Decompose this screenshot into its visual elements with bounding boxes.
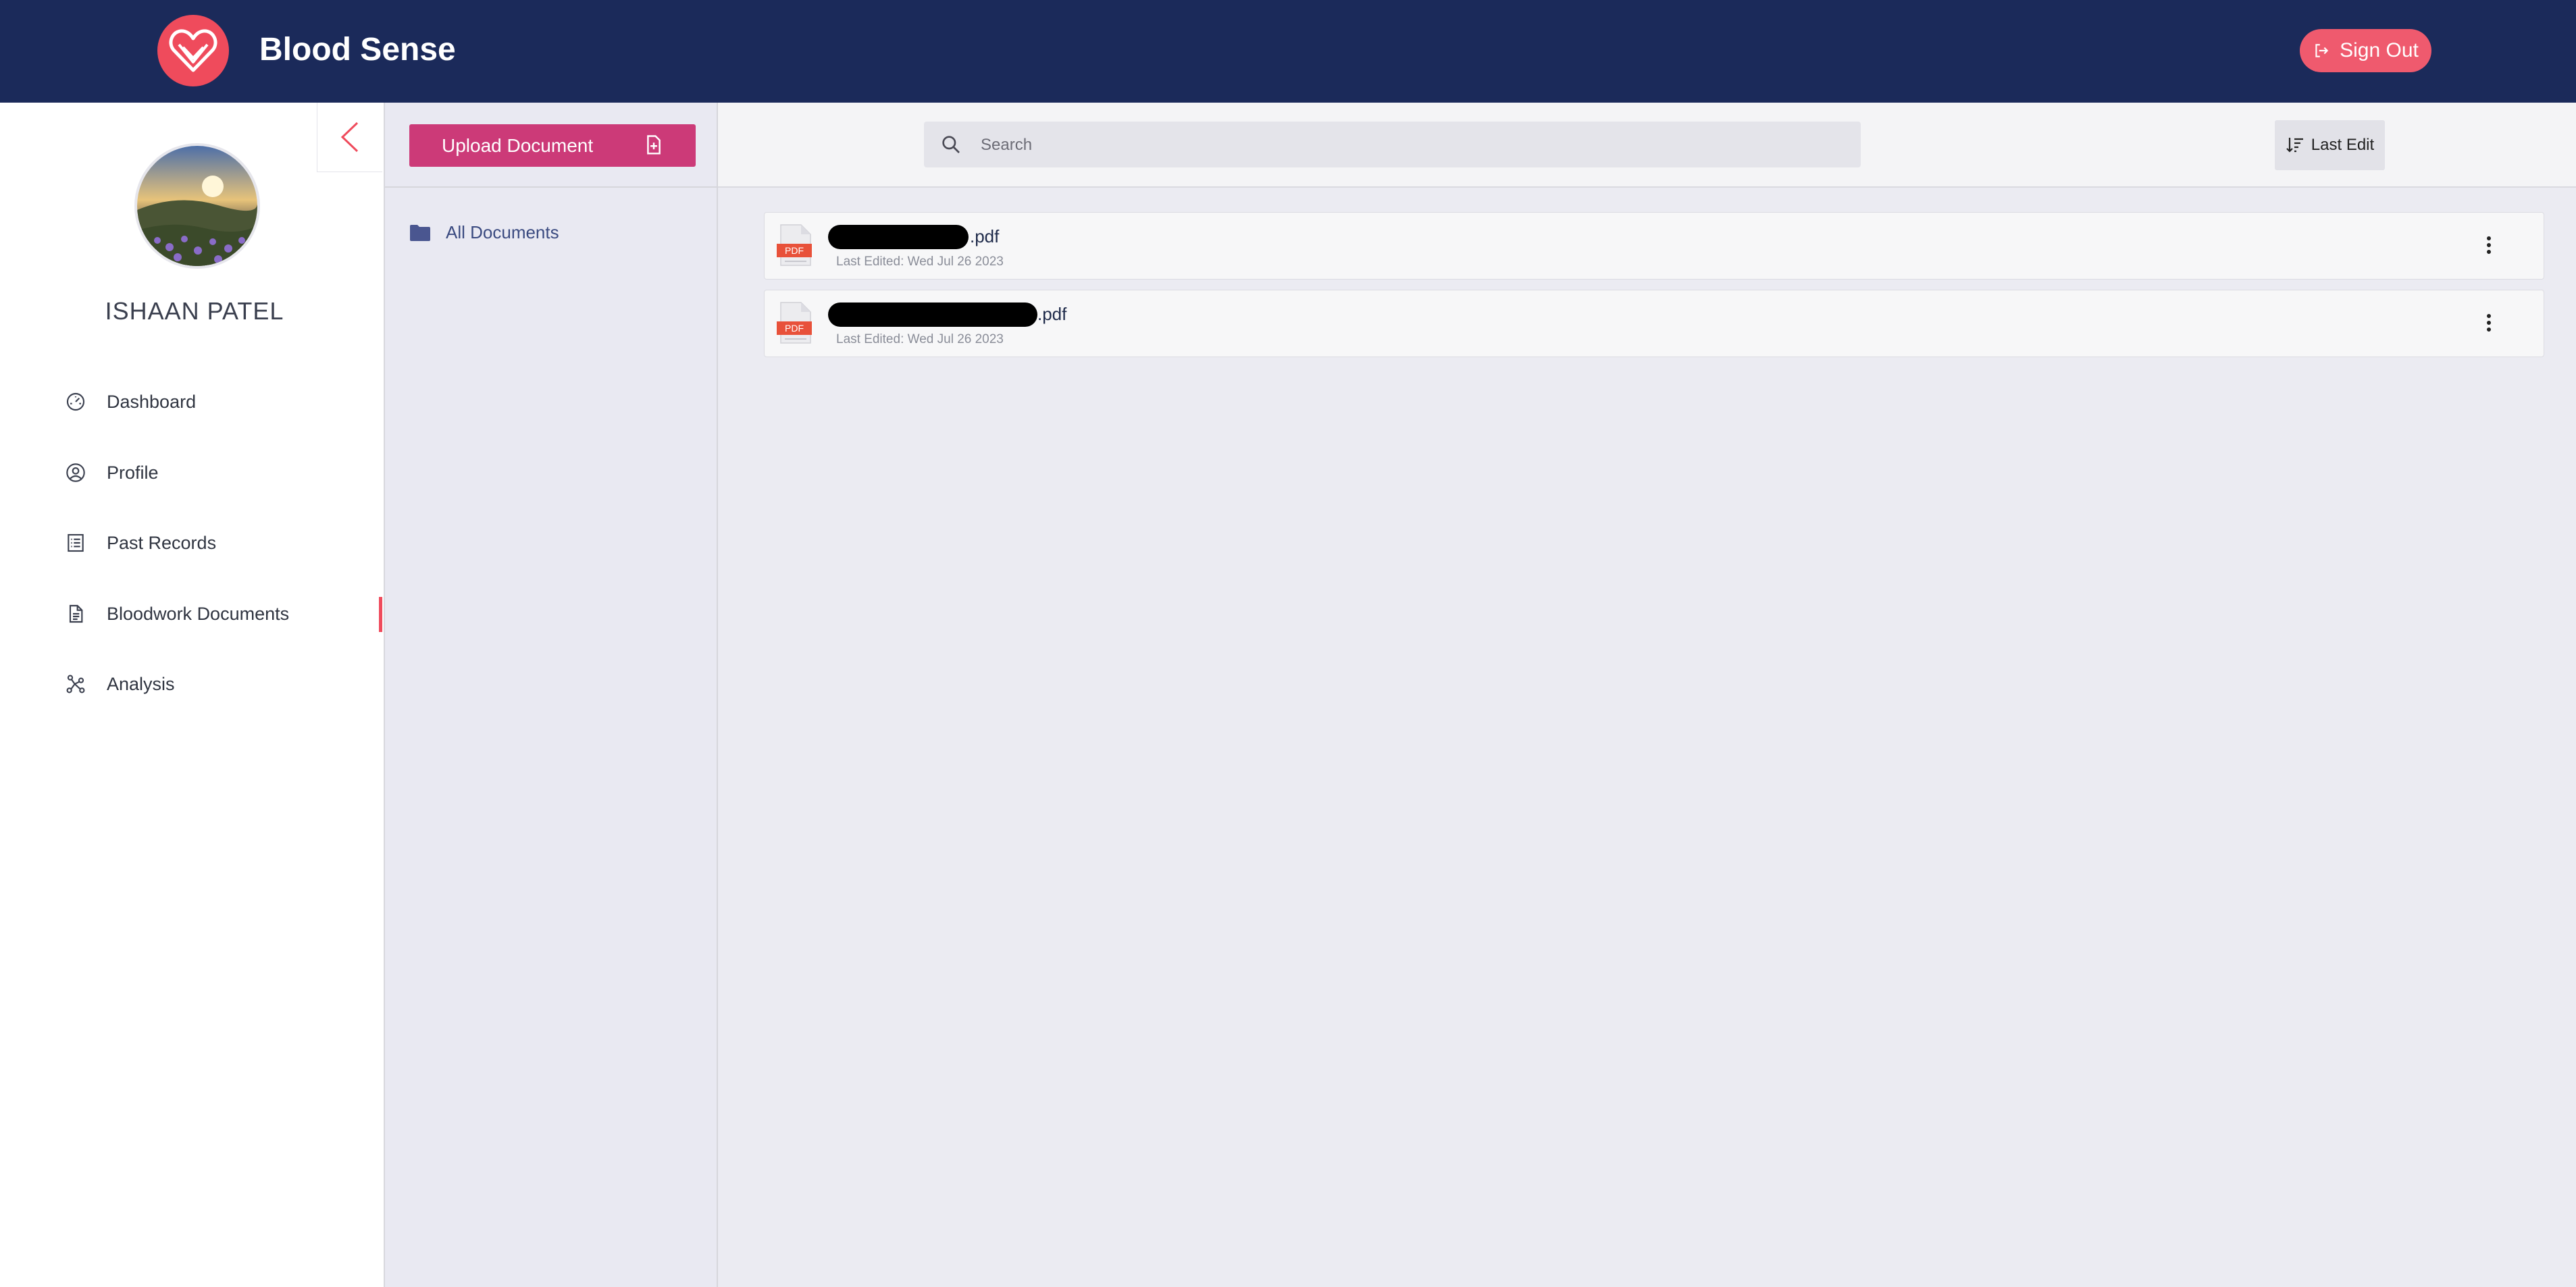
documents-toolbar: Last Edit <box>718 103 2576 188</box>
sort-descending-icon <box>2286 138 2303 153</box>
sidebar-item-label: Profile <box>107 462 159 483</box>
documents-main: Last Edit PDF .pdf Last Edited: Wed Jul … <box>718 103 2576 1287</box>
kebab-menu-icon <box>2487 236 2491 254</box>
folder-label: All Documents <box>446 222 559 242</box>
sign-out-button[interactable]: Sign Out <box>2300 29 2431 72</box>
document-name: .pdf <box>970 226 1000 246</box>
document-icon <box>69 604 83 623</box>
sidebar-item-dashboard[interactable]: Dashboard <box>65 382 376 422</box>
sidebar-item-label: Bloodwork Documents <box>107 603 290 624</box>
sidebar-item-bloodwork-documents[interactable]: Bloodwork Documents <box>65 594 376 634</box>
folder-pane: Upload Document All Documents <box>385 103 718 1287</box>
redacted-filename <box>828 303 1037 327</box>
sidebar-item-label: Past Records <box>107 532 217 553</box>
sidebar-item-label: Dashboard <box>107 391 197 412</box>
document-last-edited: Last Edited: Wed Jul 26 2023 <box>836 332 1004 346</box>
sidebar: ISHAAN PATEL Dashboard Profile Past Reco… <box>0 103 385 1287</box>
app-title: Blood Sense <box>259 32 456 68</box>
upload-document-button[interactable]: Upload Document <box>409 124 696 167</box>
sign-out-icon <box>2315 44 2329 57</box>
kebab-menu-icon <box>2487 314 2491 332</box>
sidebar-item-profile[interactable]: Profile <box>65 452 376 493</box>
sidebar-item-label: Analysis <box>107 673 175 694</box>
list-icon <box>68 533 84 552</box>
sort-button[interactable]: Last Edit <box>2275 120 2385 170</box>
chevron-left-icon <box>340 122 359 153</box>
heart-logo-icon <box>157 15 229 86</box>
document-row[interactable]: PDF .pdf Last Edited: Wed Jul 26 2023 <box>764 212 2544 280</box>
sign-out-label: Sign Out <box>2340 39 2419 61</box>
svg-text:PDF: PDF <box>785 323 804 334</box>
folder-icon <box>410 224 430 241</box>
search-icon <box>942 136 960 153</box>
more-options-button[interactable] <box>2475 309 2502 336</box>
document-row[interactable]: PDF .pdf Last Edited: Wed Jul 26 2023 <box>764 290 2544 357</box>
sidebar-item-analysis[interactable]: Analysis <box>65 664 376 704</box>
search-input[interactable] <box>979 122 1847 169</box>
user-name: ISHAAN PATEL <box>105 297 284 325</box>
svg-text:PDF: PDF <box>785 245 804 256</box>
top-header: Blood Sense Sign Out <box>0 0 2576 103</box>
active-nav-indicator <box>379 597 382 632</box>
dashboard-icon <box>66 392 85 411</box>
folder-divider <box>385 186 717 188</box>
upload-document-label: Upload Document <box>442 135 594 156</box>
document-name: .pdf <box>1037 304 1067 324</box>
pdf-file-icon: PDF <box>777 224 812 266</box>
folder-all-documents[interactable]: All Documents <box>409 222 559 243</box>
more-options-button[interactable] <box>2475 232 2502 259</box>
redacted-filename <box>828 225 969 249</box>
network-icon <box>66 675 85 693</box>
pdf-file-icon: PDF <box>777 302 812 344</box>
sort-label: Last Edit <box>2311 136 2375 154</box>
collapse-sidebar-button[interactable] <box>317 103 382 172</box>
sidebar-item-past-records[interactable]: Past Records <box>65 523 376 563</box>
search-bar[interactable] <box>924 122 1861 169</box>
file-plus-icon <box>647 135 661 155</box>
user-circle-icon <box>66 463 85 482</box>
avatar <box>134 143 260 269</box>
document-last-edited: Last Edited: Wed Jul 26 2023 <box>836 255 1004 269</box>
